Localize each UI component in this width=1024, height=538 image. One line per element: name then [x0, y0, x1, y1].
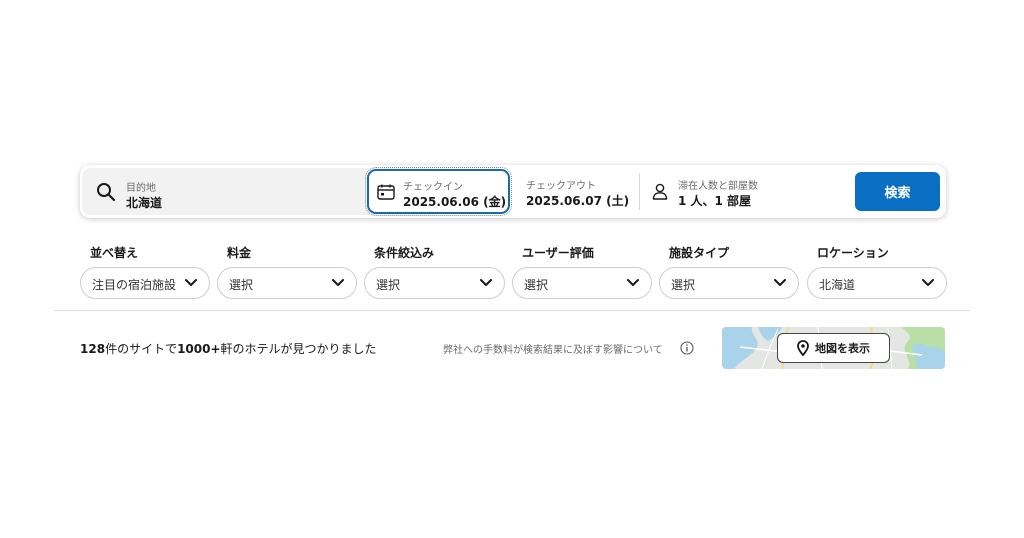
destination-value: 北海道: [126, 196, 163, 210]
destination-label: 目的地: [126, 183, 156, 194]
dropdown-value: 選択: [229, 278, 254, 292]
filter-conditions: 条件絞込み 選択: [364, 244, 505, 299]
search-button[interactable]: 検索: [855, 172, 940, 211]
hotel-count: 1000+: [177, 342, 221, 356]
filter-price: 料金 選択: [217, 244, 357, 299]
guests-label: 滞在人数と部屋数: [678, 181, 758, 192]
site-count: 128: [80, 342, 106, 356]
search-bar: 目的地 北海道 チェックイン 2025.06.06 (金) チェックアウト 20…: [80, 165, 946, 218]
filter-label: 並べ替え: [90, 246, 139, 260]
results-summary: 128件のサイトで1000+軒のホテルが見つかりました: [80, 340, 377, 357]
property-type-dropdown[interactable]: 選択: [659, 267, 799, 299]
filter-label: ロケーション: [817, 246, 889, 260]
calendar-icon: [377, 184, 395, 200]
checkout-label: チェックアウト: [526, 181, 596, 192]
sort-dropdown[interactable]: 注目の宿泊施設: [80, 267, 210, 299]
horizontal-divider: [54, 310, 970, 311]
chevron-down-icon: [480, 279, 492, 286]
person-icon: [652, 183, 668, 200]
dropdown-value: 注目の宿泊施設: [92, 278, 177, 292]
guests-field[interactable]: 滞在人数と部屋数 1 人、1 部屋: [640, 169, 840, 214]
filter-label: 施設タイプ: [669, 246, 730, 260]
filter-label: 料金: [227, 246, 252, 260]
checkout-value: 2025.06.07 (土): [526, 194, 630, 208]
dropdown-value: 選択: [671, 278, 696, 292]
filter-label: 条件絞込み: [374, 246, 435, 260]
map-preview-button[interactable]: 地図を表示: [722, 327, 945, 369]
checkin-label: チェックイン: [403, 182, 463, 193]
chevron-down-icon: [774, 279, 786, 286]
conditions-dropdown[interactable]: 選択: [364, 267, 505, 299]
chevron-down-icon: [922, 279, 934, 286]
filter-rating: ユーザー評価 選択: [512, 244, 652, 299]
results-text-b: 軒のホテルが見つかりました: [220, 342, 377, 356]
filter-location: ロケーション 北海道: [807, 244, 947, 299]
chevron-down-icon: [332, 279, 344, 286]
fee-note-link[interactable]: 弊社への手数料が検索結果に及ぼす影響について: [443, 341, 663, 356]
checkin-field[interactable]: チェックイン 2025.06.06 (金): [365, 167, 512, 216]
results-text-a: 件のサイトで: [105, 342, 178, 356]
dropdown-value: 北海道: [819, 278, 856, 292]
map-pin-icon: [797, 340, 809, 356]
price-dropdown[interactable]: 選択: [217, 267, 357, 299]
dropdown-value: 選択: [376, 278, 401, 292]
chevron-down-icon: [627, 279, 639, 286]
checkout-field[interactable]: チェックアウト 2025.06.07 (土): [517, 169, 637, 214]
info-icon[interactable]: [680, 341, 694, 355]
search-icon: [97, 183, 116, 202]
chevron-down-icon: [185, 279, 197, 286]
dropdown-value: 選択: [524, 278, 549, 292]
guests-value: 1 人、1 部屋: [678, 194, 752, 208]
filter-label: ユーザー評価: [522, 246, 594, 260]
filter-sort: 並べ替え 注目の宿泊施設: [80, 244, 210, 299]
show-map-label: 地図を表示: [815, 342, 870, 355]
rating-dropdown[interactable]: 選択: [512, 267, 652, 299]
show-map-button[interactable]: 地図を表示: [777, 333, 890, 363]
filter-property-type: 施設タイプ 選択: [659, 244, 799, 299]
checkin-value: 2025.06.06 (金): [403, 195, 507, 209]
location-dropdown[interactable]: 北海道: [807, 267, 947, 299]
